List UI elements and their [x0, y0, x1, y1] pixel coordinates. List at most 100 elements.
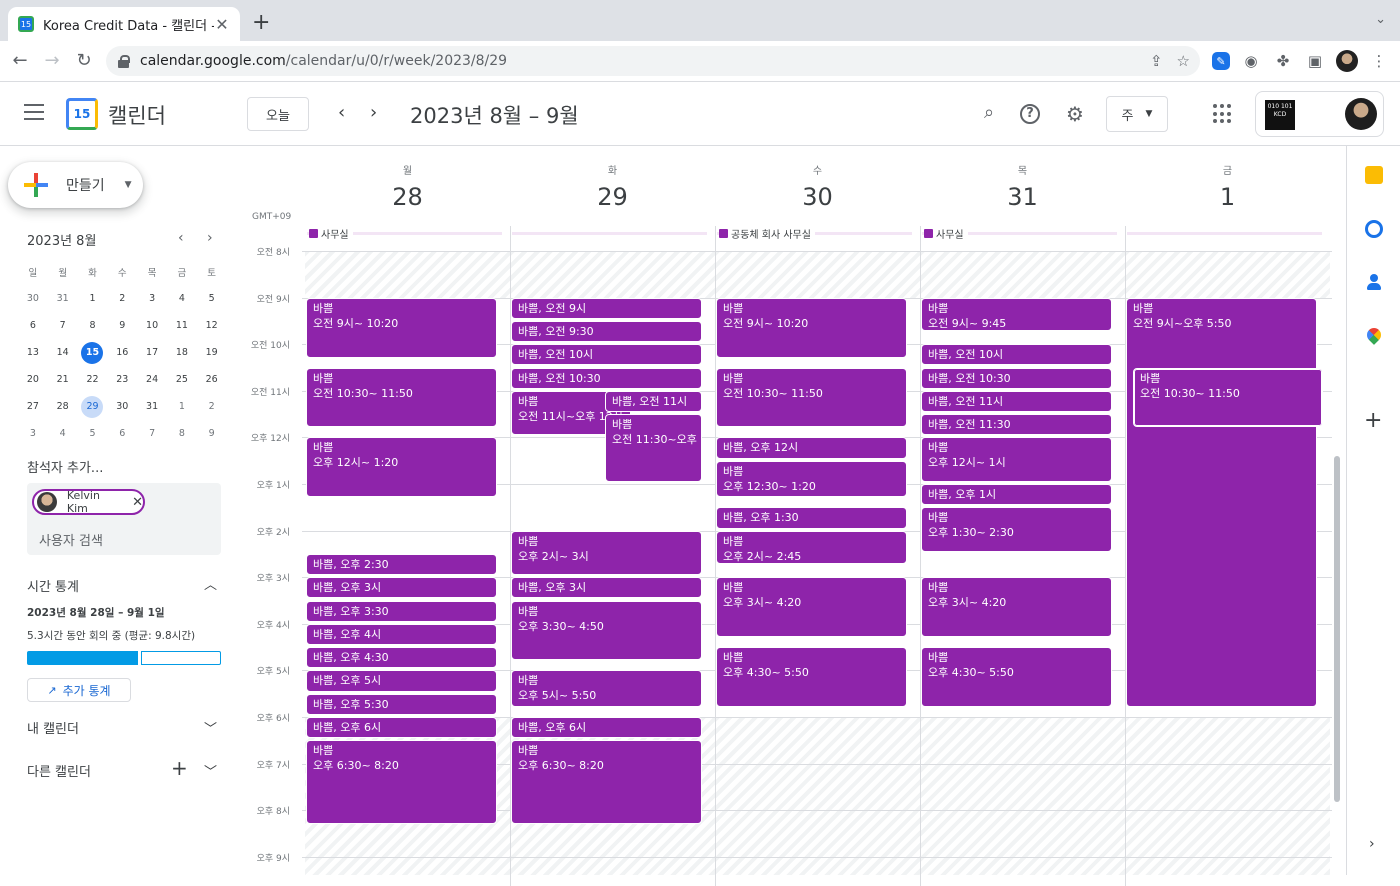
main-menu-icon[interactable]: [24, 104, 44, 120]
mini-calendar-day[interactable]: 20: [18, 366, 48, 393]
calendar-event[interactable]: 바쁨, 오후 3시: [306, 577, 497, 599]
calendar-event[interactable]: 바쁨, 오후 4시: [306, 623, 497, 646]
mini-calendar-day[interactable]: 9: [107, 312, 137, 339]
calendar-event[interactable]: 바쁨 오후 6:30~ 8:20: [511, 740, 702, 824]
mini-calendar-day[interactable]: 30: [107, 393, 137, 420]
calendar-event[interactable]: 바쁨 오후 12시~ 1:20: [306, 437, 497, 498]
attendee-chip[interactable]: Kelvin Kim ✕: [32, 489, 145, 515]
previous-week-icon[interactable]: ‹: [338, 102, 345, 123]
day-column-header[interactable]: 월 28: [305, 146, 510, 211]
mini-calendar-day[interactable]: 5: [78, 420, 108, 447]
browser-tab[interactable]: 15 Korea Credit Data - 캘린더 - 20 ✕: [8, 7, 240, 41]
more-insights-button[interactable]: ↗ 추가 통계: [27, 678, 131, 702]
day-column-header[interactable]: 목 31: [920, 146, 1125, 211]
calendar-event[interactable]: 바쁨 오후 4:30~ 5:50: [716, 647, 907, 708]
calendar-event[interactable]: 바쁨, 오후 2:30: [306, 553, 497, 576]
calendar-event[interactable]: 바쁨 오후 5시~ 5:50: [511, 670, 702, 708]
remove-attendee-icon[interactable]: ✕: [132, 495, 143, 510]
calendar-event[interactable]: 바쁨 오전 10:30~ 11:50: [1133, 367, 1323, 428]
reload-icon[interactable]: ↻: [72, 50, 96, 74]
calendar-event[interactable]: 바쁨, 오전 11시: [605, 390, 702, 413]
keep-icon[interactable]: [1365, 166, 1383, 184]
mini-calendar-day[interactable]: 19: [197, 339, 227, 366]
calendar-event[interactable]: 바쁨, 오후 3시: [511, 577, 702, 599]
mini-calendar-day[interactable]: 15: [78, 339, 108, 366]
camera-extension-icon[interactable]: ◉: [1240, 50, 1262, 72]
mini-calendar-day[interactable]: 31: [137, 393, 167, 420]
back-arrow-icon[interactable]: ←: [8, 50, 32, 74]
calendar-event[interactable]: 바쁨, 오후 1:30: [716, 507, 907, 529]
forward-arrow-icon[interactable]: →: [40, 50, 64, 74]
calendar-event[interactable]: 바쁨, 오후 5:30: [306, 693, 497, 715]
mini-calendar-day[interactable]: 12: [197, 312, 227, 339]
expand-chevron-icon[interactable]: ﹀: [204, 718, 217, 737]
calendar-event[interactable]: 바쁨 오후 12:30~ 1:20: [716, 460, 907, 498]
calendar-event[interactable]: 바쁨, 오후 6시: [511, 717, 702, 739]
calendar-event[interactable]: 바쁨 오후 6:30~ 8:20: [306, 740, 497, 824]
extension-link-icon[interactable]: ✎: [1212, 52, 1230, 70]
mini-next-month-icon[interactable]: ›: [207, 230, 213, 246]
new-tab-icon[interactable]: +: [252, 10, 270, 35]
maps-icon[interactable]: [1364, 325, 1384, 345]
google-apps-icon[interactable]: [1213, 104, 1233, 124]
calendar-event[interactable]: 바쁨 오후 2시~ 2:45: [716, 530, 907, 564]
day-number[interactable]: 30: [715, 183, 920, 211]
mini-calendar-day[interactable]: 13: [18, 339, 48, 366]
mini-calendar-day[interactable]: 11: [167, 312, 197, 339]
working-location-chip[interactable]: 공동체 회사 사무실: [719, 226, 815, 241]
day-column-header[interactable]: 금1: [1125, 146, 1330, 211]
mini-calendar-day[interactable]: 2: [107, 285, 137, 312]
mini-calendar-day[interactable]: 16: [107, 339, 137, 366]
help-icon[interactable]: ?: [1020, 104, 1040, 124]
mini-calendar-day[interactable]: 14: [48, 339, 78, 366]
calendar-event[interactable]: 바쁨, 오전 9:30: [511, 320, 702, 343]
mini-calendar-day[interactable]: 5: [197, 285, 227, 312]
mini-calendar-day[interactable]: 3: [18, 420, 48, 447]
other-calendars-label[interactable]: 다른 캘린더: [27, 761, 91, 780]
day-number[interactable]: 31: [920, 183, 1125, 211]
calendar-event[interactable]: 바쁨, 오전 11:30: [921, 414, 1112, 436]
mini-calendar-day[interactable]: 4: [167, 285, 197, 312]
calendar-event[interactable]: 바쁨 오후 3시~ 4:20: [716, 577, 907, 638]
mini-calendar-day[interactable]: 8: [78, 312, 108, 339]
search-icon[interactable]: ⌕: [977, 102, 1001, 126]
view-select[interactable]: 주 ▼: [1106, 96, 1168, 132]
calendar-event[interactable]: 바쁨, 오후 4:30: [306, 647, 497, 669]
calendar-event[interactable]: 바쁨, 오전 11시: [921, 390, 1112, 413]
share-icon[interactable]: ⇪: [1150, 52, 1163, 70]
mini-calendar-day[interactable]: 1: [78, 285, 108, 312]
mini-calendar-day[interactable]: 22: [78, 366, 108, 393]
calendar-event[interactable]: 바쁨, 오후 1시: [921, 484, 1112, 506]
mini-calendar-day[interactable]: 3: [137, 285, 167, 312]
mini-calendar-day[interactable]: 7: [137, 420, 167, 447]
mini-calendar-day[interactable]: 26: [197, 366, 227, 393]
search-user-input[interactable]: 사용자 검색: [39, 530, 103, 549]
mini-calendar-day[interactable]: 6: [18, 312, 48, 339]
calendar-event[interactable]: 바쁨 오전 10:30~ 11:50: [716, 367, 907, 428]
mini-calendar-day[interactable]: 4: [48, 420, 78, 447]
next-week-icon[interactable]: ›: [370, 102, 377, 123]
day-number[interactable]: 28: [305, 183, 510, 211]
working-location-chip[interactable]: 사무실: [309, 226, 353, 241]
add-calendar-plus-icon[interactable]: +: [171, 756, 188, 780]
settings-gear-icon[interactable]: ⚙: [1063, 102, 1087, 126]
mini-calendar-day[interactable]: 28: [48, 393, 78, 420]
day-column-header[interactable]: 화 29: [510, 146, 715, 211]
mini-calendar-day[interactable]: 17: [137, 339, 167, 366]
calendar-event[interactable]: 바쁨, 오전 10:30: [511, 367, 702, 389]
mini-calendar-day[interactable]: 27: [18, 393, 48, 420]
calendar-event[interactable]: 바쁨 오전 10:30~ 11:50: [306, 367, 497, 428]
mini-calendar-day[interactable]: 7: [48, 312, 78, 339]
mini-calendar-day[interactable]: 18: [167, 339, 197, 366]
today-button[interactable]: 오늘: [247, 97, 309, 131]
calendar-event[interactable]: 바쁨 오후 12시~ 1시: [921, 437, 1112, 482]
tab-search-chevron-icon[interactable]: ⌄: [1375, 12, 1386, 27]
tasks-icon[interactable]: [1365, 220, 1383, 238]
mini-calendar-day[interactable]: 31: [48, 285, 78, 312]
mini-calendar-day[interactable]: 2: [197, 393, 227, 420]
expand-chevron-icon[interactable]: ﹀: [204, 761, 217, 780]
mini-calendar-day[interactable]: 29: [78, 393, 108, 420]
create-button[interactable]: 만들기 ▼: [8, 162, 143, 208]
mini-calendar-day[interactable]: 10: [137, 312, 167, 339]
mini-calendar-day[interactable]: 23: [107, 366, 137, 393]
